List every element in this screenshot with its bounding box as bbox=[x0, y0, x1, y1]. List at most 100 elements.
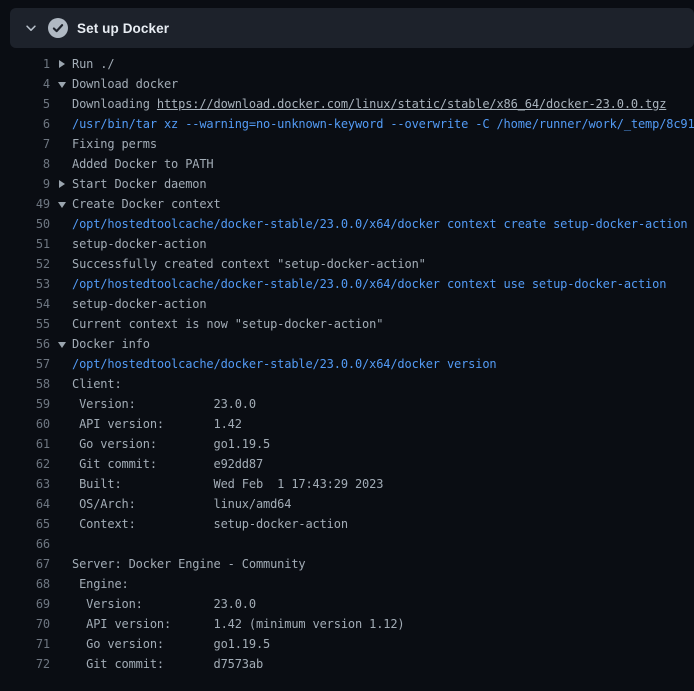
line-number[interactable]: 71 bbox=[0, 634, 50, 654]
log-group-header[interactable]: 1Run ./ bbox=[0, 54, 694, 74]
log-segment: Docker info bbox=[72, 337, 150, 351]
log-line: 63 Built: Wed Feb 1 17:43:29 2023 bbox=[0, 474, 694, 494]
line-number[interactable]: 61 bbox=[0, 434, 50, 454]
gutter bbox=[50, 474, 72, 494]
line-number[interactable]: 9 bbox=[0, 174, 50, 194]
log-text: Server: Docker Engine - Community bbox=[72, 554, 694, 574]
log-text: Context: setup-docker-action bbox=[72, 514, 694, 534]
log-line: 53/opt/hostedtoolcache/docker-stable/23.… bbox=[0, 274, 694, 294]
log-segment: /usr/bin/tar xz --warning=no-unknown-key… bbox=[72, 117, 694, 131]
gutter bbox=[50, 634, 72, 654]
gutter bbox=[50, 54, 72, 74]
log-text: Successfully created context "setup-dock… bbox=[72, 254, 694, 274]
line-number[interactable]: 69 bbox=[0, 594, 50, 614]
log-text: Docker info bbox=[72, 334, 694, 354]
gutter bbox=[50, 154, 72, 174]
line-number[interactable]: 53 bbox=[0, 274, 50, 294]
log-segment: Version: 23.0.0 bbox=[72, 597, 256, 611]
line-number[interactable]: 51 bbox=[0, 234, 50, 254]
line-number[interactable]: 59 bbox=[0, 394, 50, 414]
log-line: 5Downloading https://download.docker.com… bbox=[0, 94, 694, 114]
log-segment: Git commit: d7573ab bbox=[72, 657, 263, 671]
log-segment: Successfully created context "setup-dock… bbox=[72, 257, 426, 271]
log-text: Version: 23.0.0 bbox=[72, 394, 694, 414]
gutter bbox=[50, 194, 72, 214]
line-number[interactable]: 6 bbox=[0, 114, 50, 134]
gutter bbox=[50, 354, 72, 374]
gutter bbox=[50, 574, 72, 594]
line-number[interactable]: 72 bbox=[0, 654, 50, 674]
line-number[interactable]: 5 bbox=[0, 94, 50, 114]
line-number[interactable]: 52 bbox=[0, 254, 50, 274]
log-line: 64 OS/Arch: linux/amd64 bbox=[0, 494, 694, 514]
log-text: Added Docker to PATH bbox=[72, 154, 694, 174]
line-number[interactable]: 58 bbox=[0, 374, 50, 394]
line-number[interactable]: 60 bbox=[0, 414, 50, 434]
log-segment: OS/Arch: linux/amd64 bbox=[72, 497, 291, 511]
log-text: setup-docker-action bbox=[72, 234, 694, 254]
log-segment: Fixing perms bbox=[72, 137, 157, 151]
log-group-header[interactable]: 49Create Docker context bbox=[0, 194, 694, 214]
log-line: 50/opt/hostedtoolcache/docker-stable/23.… bbox=[0, 214, 694, 234]
log-group-header[interactable]: 9Start Docker daemon bbox=[0, 174, 694, 194]
log-line: 7 Fixing perms bbox=[0, 134, 694, 154]
group-expand-arrow-icon[interactable] bbox=[59, 180, 65, 188]
gutter bbox=[50, 174, 72, 194]
log-group-header[interactable]: 56 Docker info bbox=[0, 334, 694, 354]
line-number[interactable]: 56 bbox=[0, 334, 50, 354]
line-number[interactable]: 49 bbox=[0, 194, 50, 214]
log-segment: Context: setup-docker-action bbox=[72, 517, 348, 531]
log-lines: 1Run ./4 Download docker 5Downloading http… bbox=[0, 54, 694, 674]
log-link[interactable]: https://download.docker.com/linux/static… bbox=[157, 97, 666, 111]
log-text: API version: 1.42 bbox=[72, 414, 694, 434]
step-header[interactable]: Set up Docker bbox=[10, 8, 694, 48]
line-number[interactable]: 62 bbox=[0, 454, 50, 474]
log-text: /opt/hostedtoolcache/docker-stable/23.0.… bbox=[72, 214, 694, 234]
line-number[interactable]: 7 bbox=[0, 134, 50, 154]
log-text: Go version: go1.19.5 bbox=[72, 434, 694, 454]
line-number[interactable]: 64 bbox=[0, 494, 50, 514]
log-group-header[interactable]: 4 Download docker bbox=[0, 74, 694, 94]
line-number[interactable]: 4 bbox=[0, 74, 50, 94]
line-number[interactable]: 68 bbox=[0, 574, 50, 594]
line-number[interactable]: 1 bbox=[0, 54, 50, 74]
group-collapse-arrow-icon[interactable] bbox=[58, 82, 66, 88]
group-expand-arrow-icon[interactable] bbox=[59, 60, 65, 68]
log-line: 60 API version: 1.42 bbox=[0, 414, 694, 434]
log-text: /opt/hostedtoolcache/docker-stable/23.0.… bbox=[72, 274, 694, 294]
group-collapse-arrow-icon[interactable] bbox=[58, 342, 66, 348]
log-line: 57/opt/hostedtoolcache/docker-stable/23.… bbox=[0, 354, 694, 374]
log-text: /opt/hostedtoolcache/docker-stable/23.0.… bbox=[72, 354, 694, 374]
log-line: 54setup-docker-action bbox=[0, 294, 694, 314]
gutter bbox=[50, 594, 72, 614]
line-number[interactable]: 63 bbox=[0, 474, 50, 494]
log-segment: Server: Docker Engine - Community bbox=[72, 557, 305, 571]
line-number[interactable]: 54 bbox=[0, 294, 50, 314]
log-text: Git commit: e92dd87 bbox=[72, 454, 694, 474]
log-segment: Go version: go1.19.5 bbox=[72, 637, 270, 651]
workflow-log-view: Set up Docker 1Run ./4Download docker5Do… bbox=[0, 8, 694, 674]
line-number[interactable]: 70 bbox=[0, 614, 50, 634]
line-number[interactable]: 8 bbox=[0, 154, 50, 174]
log-segment: Client: bbox=[72, 377, 122, 391]
log-segment: /opt/hostedtoolcache/docker-stable/23.0.… bbox=[72, 357, 496, 371]
log-text: Engine: bbox=[72, 574, 694, 594]
chevron-down-icon[interactable] bbox=[20, 17, 42, 39]
line-number[interactable]: 67 bbox=[0, 554, 50, 574]
line-number[interactable]: 55 bbox=[0, 314, 50, 334]
group-collapse-arrow-icon[interactable] bbox=[58, 202, 66, 208]
line-number[interactable]: 57 bbox=[0, 354, 50, 374]
gutter bbox=[50, 454, 72, 474]
log-text: Built: Wed Feb 1 17:43:29 2023 bbox=[72, 474, 694, 494]
line-number[interactable]: 65 bbox=[0, 514, 50, 534]
gutter bbox=[50, 334, 72, 354]
log-line: 6/usr/bin/tar xz --warning=no-unknown-ke… bbox=[0, 114, 694, 134]
line-number[interactable]: 50 bbox=[0, 214, 50, 234]
log-segment: Download docker bbox=[72, 77, 178, 91]
gutter bbox=[50, 274, 72, 294]
gutter bbox=[50, 134, 72, 154]
gutter bbox=[50, 654, 72, 674]
line-number[interactable]: 66 bbox=[0, 534, 50, 554]
gutter bbox=[50, 434, 72, 454]
gutter bbox=[50, 514, 72, 534]
